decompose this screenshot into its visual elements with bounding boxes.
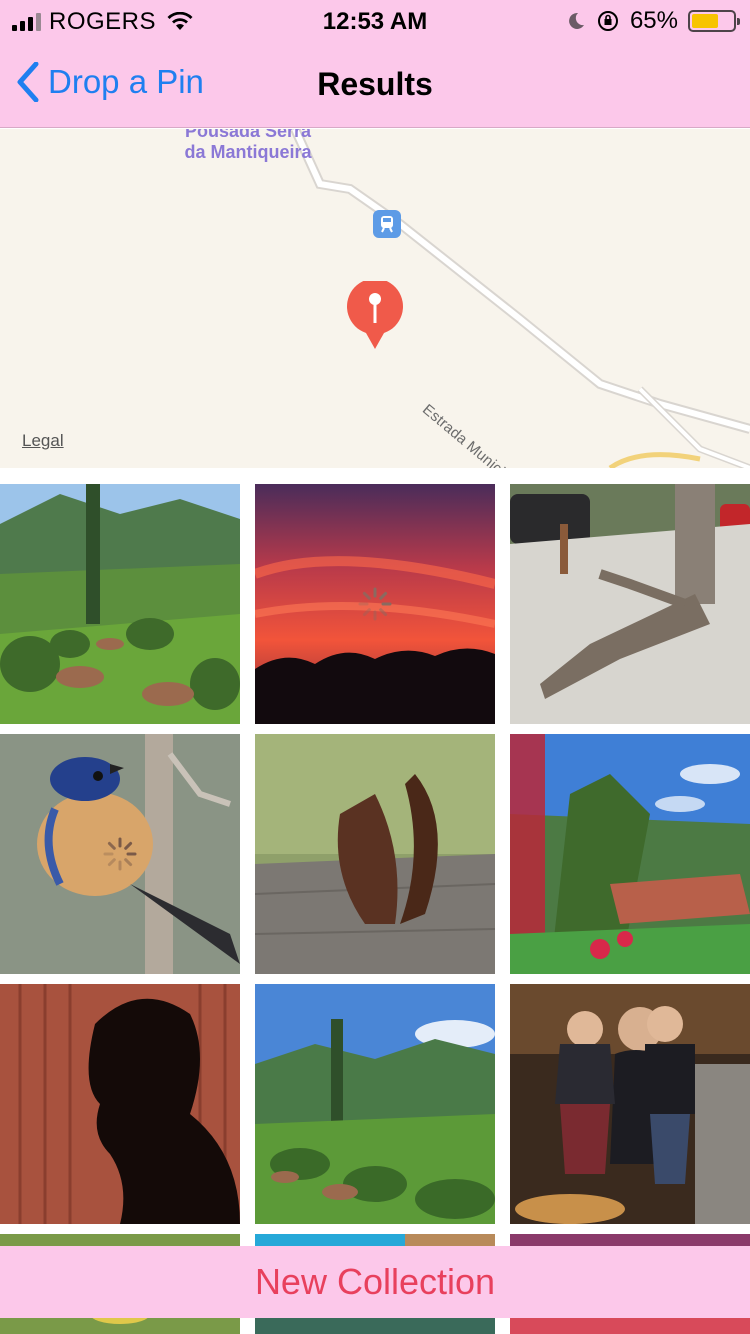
- orientation-lock-icon: [597, 11, 618, 31]
- loading-spinner-icon: [103, 837, 137, 871]
- photo-tile[interactable]: [255, 484, 495, 724]
- photo-tile[interactable]: [0, 484, 240, 724]
- moon-icon: [569, 12, 584, 29]
- map-view[interactable]: Pousada Serra da Mantiqueira Estrada Mun…: [0, 129, 750, 468]
- photo-tile[interactable]: [510, 484, 750, 724]
- photo-tile[interactable]: [255, 734, 495, 974]
- page-title: Results: [317, 66, 433, 102]
- new-collection-bar: New Collection: [0, 1246, 750, 1318]
- battery-icon: [688, 10, 740, 32]
- battery-percent: 65%: [629, 7, 678, 34]
- poi-label[interactable]: Pousada Serra da Mantiqueira: [178, 129, 318, 163]
- navigation-bar: ROGERS 12:53 AM 65% Drop a Pin Results: [0, 0, 750, 128]
- battery-fill: [692, 14, 718, 28]
- legal-link[interactable]: Legal: [22, 431, 64, 451]
- photo-tile[interactable]: [510, 984, 750, 1224]
- transit-icon[interactable]: [373, 210, 401, 238]
- photo-tile[interactable]: [510, 734, 750, 974]
- photo-tile[interactable]: [0, 984, 240, 1224]
- status-bar: ROGERS 12:53 AM 65%: [0, 0, 750, 40]
- map-pin-icon[interactable]: [346, 281, 404, 351]
- photo-tile[interactable]: [0, 734, 240, 974]
- loading-spinner-icon: [358, 587, 392, 621]
- new-collection-button[interactable]: New Collection: [255, 1261, 495, 1303]
- photo-tile[interactable]: [255, 984, 495, 1224]
